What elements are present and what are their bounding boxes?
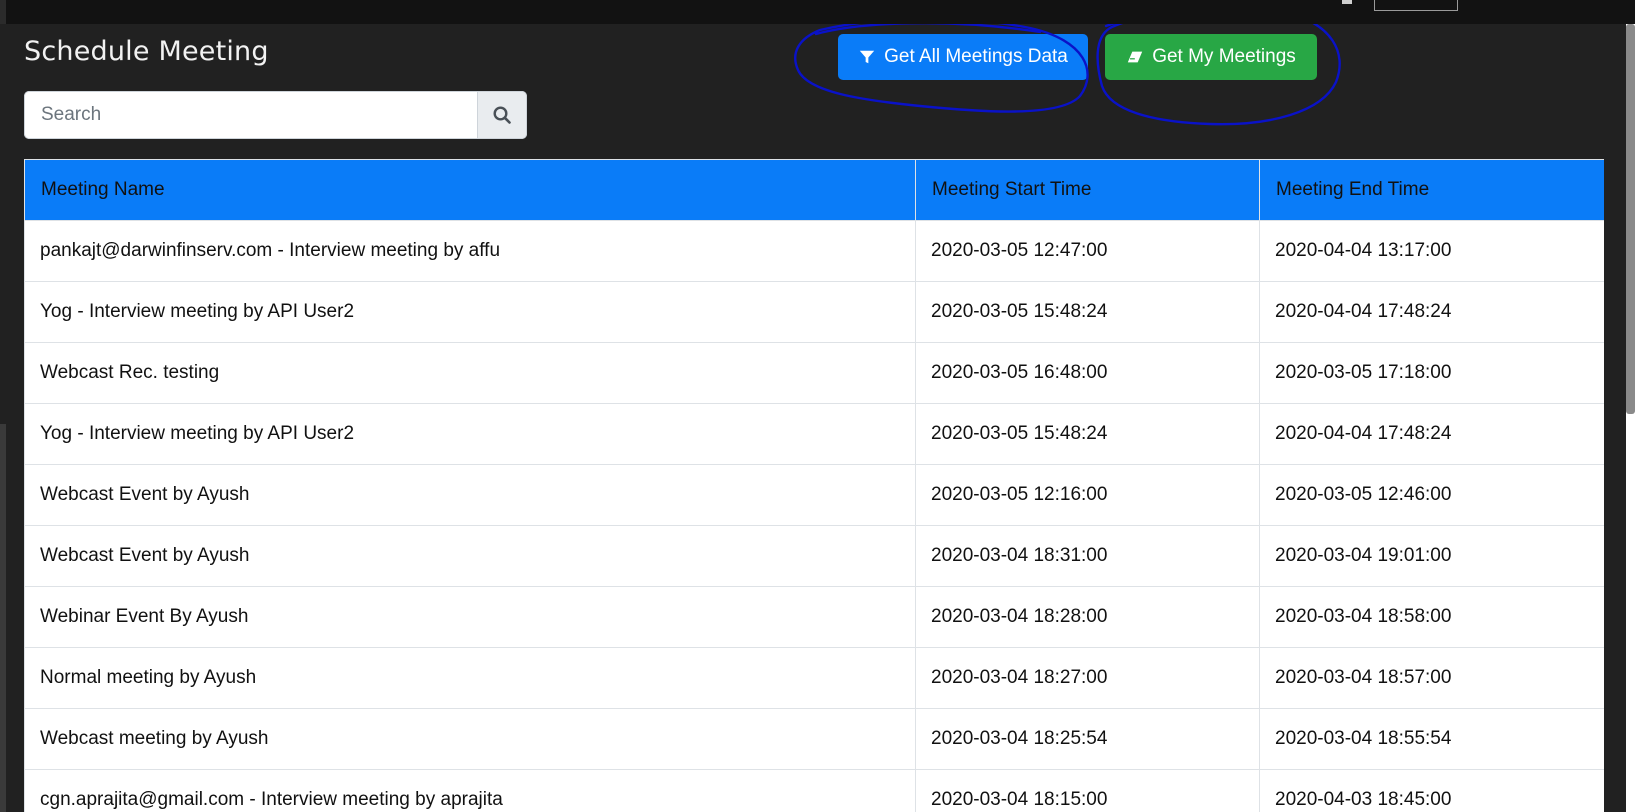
cell-meeting-name: Webcast Rec. testing [24, 342, 916, 404]
table-header-row: Meeting Name Meeting Start Time Meeting … [24, 159, 1604, 221]
cell-meeting-name: Webcast Event by Ayush [24, 464, 916, 526]
meetings-table: Meeting Name Meeting Start Time Meeting … [24, 159, 1604, 812]
column-header-meeting-name[interactable]: Meeting Name [24, 159, 916, 221]
table-row[interactable]: Webinar Event By Ayush 2020-03-04 18:28:0… [24, 586, 1604, 648]
app-window: Schedule Meeting Get All Meetings Data G… [0, 0, 1635, 812]
cell-end-time: 2020-03-05 17:18:00 [1259, 342, 1604, 404]
cell-start-time: 2020-03-04 18:15:00 [915, 769, 1260, 812]
cell-end-time: 2020-03-04 18:58:00 [1259, 586, 1604, 648]
cell-start-time: 2020-03-05 15:48:24 [915, 281, 1260, 343]
search-input[interactable] [24, 91, 477, 139]
get-all-meetings-button[interactable]: Get All Meetings Data [838, 34, 1088, 80]
page-title: Schedule Meeting [24, 36, 269, 67]
cell-end-time: 2020-03-04 19:01:00 [1259, 525, 1604, 587]
table-row[interactable]: Webcast Event by Ayush 2020-03-04 18:31:0… [24, 525, 1604, 587]
main-panel: Schedule Meeting Get All Meetings Data G… [0, 24, 1626, 812]
get-all-meetings-label: Get All Meetings Data [884, 46, 1068, 67]
column-header-end-time[interactable]: Meeting End Time [1259, 159, 1604, 221]
cell-end-time: 2020-04-03 18:45:00 [1259, 769, 1604, 812]
cell-start-time: 2020-03-04 18:25:54 [915, 708, 1260, 770]
table-row[interactable]: cgn.aprajita@gmail.com - Interview meeti… [24, 769, 1604, 812]
cell-start-time: 2020-03-05 12:16:00 [915, 464, 1260, 526]
table-row[interactable]: Webcast Event by Ayush 2020-03-05 12:16:0… [24, 464, 1604, 526]
top-bar-button[interactable] [1374, 0, 1458, 11]
search-button[interactable] [477, 91, 527, 139]
cell-start-time: 2020-03-05 15:48:24 [915, 403, 1260, 465]
meetings-table-container: Meeting Name Meeting Start Time Meeting … [24, 159, 1604, 812]
scrollbar-thumb[interactable] [1626, 24, 1635, 414]
search-icon [492, 105, 512, 125]
cell-meeting-name: Yog - Interview meeting by API User2 [24, 281, 916, 343]
cell-end-time: 2020-03-04 18:57:00 [1259, 647, 1604, 709]
top-bar-edge [0, 0, 6, 24]
cell-end-time: 2020-03-04 18:55:54 [1259, 708, 1604, 770]
get-my-meetings-label: Get My Meetings [1152, 46, 1296, 67]
table-body: pankajt@darwinfinserv.com - Interview me… [24, 220, 1604, 812]
column-header-start-time[interactable]: Meeting Start Time [915, 159, 1260, 221]
cell-meeting-name: Webcast meeting by Ayush [24, 708, 916, 770]
left-edge-bar [0, 424, 6, 812]
cell-end-time: 2020-04-04 17:48:24 [1259, 403, 1604, 465]
top-bar-indicator [1342, 0, 1352, 4]
cell-meeting-name: cgn.aprajita@gmail.com - Interview meeti… [24, 769, 916, 812]
cell-start-time: 2020-03-04 18:27:00 [915, 647, 1260, 709]
cell-meeting-name: Normal meeting by Ayush [24, 647, 916, 709]
table-row[interactable]: Yog - Interview meeting by API User2 2020… [24, 403, 1604, 465]
top-bar [0, 0, 1635, 24]
cell-start-time: 2020-03-04 18:28:00 [915, 586, 1260, 648]
cell-start-time: 2020-03-05 12:47:00 [915, 220, 1260, 282]
table-row[interactable]: pankajt@darwinfinserv.com - Interview me… [24, 220, 1604, 282]
eraser-icon [1126, 48, 1144, 66]
cell-start-time: 2020-03-04 18:31:00 [915, 525, 1260, 587]
cell-meeting-name: Yog - Interview meeting by API User2 [24, 403, 916, 465]
table-row[interactable]: Yog - Interview meeting by API User2 2020… [24, 281, 1604, 343]
cell-end-time: 2020-03-05 12:46:00 [1259, 464, 1604, 526]
table-row[interactable]: Normal meeting by Ayush 2020-03-04 18:27:… [24, 647, 1604, 709]
table-row[interactable]: Webcast meeting by Ayush 2020-03-04 18:25… [24, 708, 1604, 770]
table-row[interactable]: Webcast Rec. testing 2020-03-05 16:48:00 2… [24, 342, 1604, 404]
cell-meeting-name: pankajt@darwinfinserv.com - Interview me… [24, 220, 916, 282]
cell-meeting-name: Webinar Event By Ayush [24, 586, 916, 648]
search-group [24, 91, 527, 139]
cell-end-time: 2020-04-04 13:17:00 [1259, 220, 1604, 282]
get-my-meetings-button[interactable]: Get My Meetings [1105, 34, 1317, 80]
cell-end-time: 2020-04-04 17:48:24 [1259, 281, 1604, 343]
filter-icon [858, 48, 876, 66]
cell-start-time: 2020-03-05 16:48:00 [915, 342, 1260, 404]
cell-meeting-name: Webcast Event by Ayush [24, 525, 916, 587]
